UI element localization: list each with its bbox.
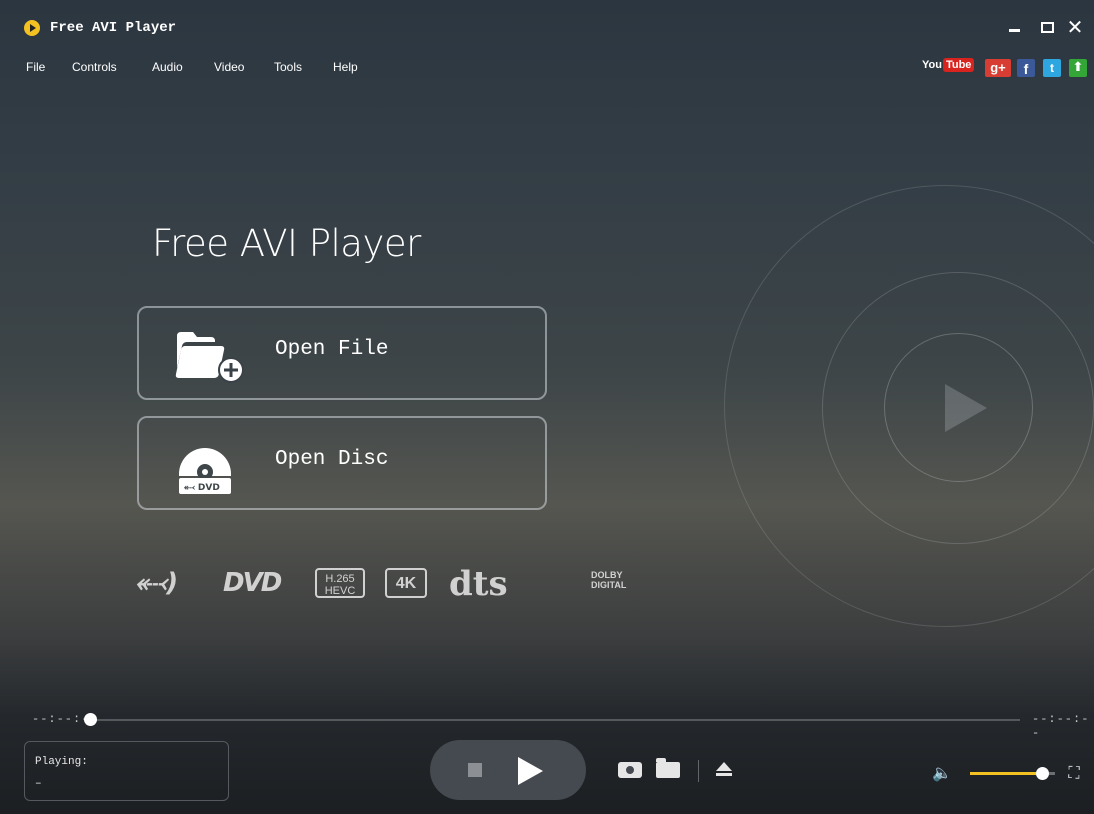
fullscreen-icon[interactable]: ⛶	[1065, 764, 1083, 782]
menu-audio[interactable]: Audio	[152, 56, 183, 78]
menu-help[interactable]: Help	[333, 56, 358, 78]
folder-icon[interactable]	[656, 758, 680, 778]
transport-controls	[430, 740, 586, 800]
status-label: Playing:	[35, 756, 88, 768]
menu-controls[interactable]: Controls	[72, 56, 117, 78]
menu-tools[interactable]: Tools	[274, 56, 302, 78]
open-disc-button[interactable]: ⬷ DVD Open Disc	[137, 416, 547, 510]
h265-logo: H.265 HEVC	[315, 568, 365, 598]
youtube-icon[interactable]: You Tube	[922, 58, 982, 79]
bluray-logo: ⬷)	[135, 568, 179, 598]
dolby-digital-logo: DOLBY DIGITAL	[591, 570, 627, 590]
eject-icon[interactable]	[716, 762, 732, 776]
big-play-icon[interactable]	[945, 384, 987, 432]
stop-button[interactable]	[468, 763, 482, 777]
minimize-button[interactable]	[1005, 17, 1025, 37]
twitter-icon[interactable]: t	[1043, 59, 1061, 77]
upload-icon[interactable]: ⬆	[1069, 59, 1087, 77]
youtube-you-text: You	[922, 59, 942, 71]
close-button[interactable]: ✕	[1065, 17, 1085, 37]
svg-text:⬷ DVD: ⬷ DVD	[184, 483, 220, 493]
time-total: --:--:--	[1032, 712, 1090, 740]
seek-thumb[interactable]	[84, 713, 97, 726]
status-panel: Playing: –	[24, 741, 229, 801]
camera-icon[interactable]	[618, 762, 642, 778]
window-title: Free AVI Player	[50, 20, 177, 36]
player-window: Free AVI Player ✕ File Controls Audio Vi…	[0, 0, 1094, 814]
title-bar: Free AVI Player ✕	[0, 0, 1094, 54]
volume-thumb[interactable]	[1036, 767, 1049, 780]
open-disc-label: Open Disc	[275, 448, 389, 471]
folder-add-icon	[175, 328, 247, 389]
open-file-button[interactable]: Open File	[137, 306, 547, 400]
divider	[698, 760, 699, 782]
facebook-icon[interactable]: f	[1017, 59, 1035, 77]
volume-slider[interactable]	[970, 772, 1042, 775]
dts-logo: dts	[449, 564, 508, 604]
volume-icon[interactable]: 🔈	[932, 763, 952, 782]
googleplus-icon[interactable]: g+	[985, 59, 1011, 77]
menu-video[interactable]: Video	[214, 56, 244, 78]
seek-bar[interactable]	[90, 719, 1020, 721]
app-logo-icon	[24, 20, 40, 36]
status-value: –	[35, 778, 42, 790]
page-title: Free AVI Player	[152, 222, 421, 265]
play-button[interactable]	[518, 757, 543, 785]
menu-file[interactable]: File	[26, 56, 45, 78]
open-file-label: Open File	[275, 338, 389, 361]
disc-icon: ⬷ DVD	[175, 438, 235, 501]
dvd-logo: DVD	[223, 568, 282, 598]
maximize-button[interactable]	[1037, 17, 1057, 37]
uhd-4k-logo: 4K	[385, 568, 427, 598]
youtube-tube-text: Tube	[942, 58, 975, 72]
